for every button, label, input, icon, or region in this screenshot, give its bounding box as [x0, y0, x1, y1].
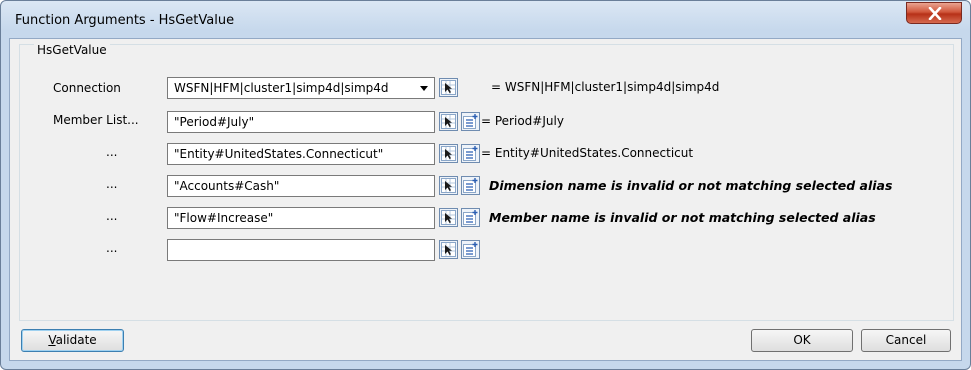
group-label: HsGetValue [34, 43, 110, 57]
cancel-label: Cancel [885, 333, 927, 347]
chevron-down-icon[interactable] [420, 86, 428, 91]
member-select-button-1[interactable] [439, 112, 458, 131]
member-select-button-2[interactable] [439, 144, 458, 163]
validate-accelerator: V [48, 333, 56, 347]
add-member-button-3[interactable] [461, 176, 480, 195]
window-title: Function Arguments - HsGetValue [15, 13, 235, 28]
member-field-2-value: "Entity#UnitedStates.Connecticut" [174, 147, 384, 161]
connection-select-button[interactable] [439, 78, 458, 97]
add-member-button-5[interactable] [461, 240, 480, 259]
cancel-button[interactable]: Cancel [861, 329, 951, 352]
connection-value: WSFN|HFM|cluster1|simp4d|simp4d [174, 81, 389, 95]
member-field-2[interactable]: "Entity#UnitedStates.Connecticut" [167, 143, 435, 165]
member-list-label: Member List... [53, 113, 139, 127]
member-result-3-error: Dimension name is invalid or not matchin… [489, 178, 893, 193]
connection-select[interactable]: WSFN|HFM|cluster1|simp4d|simp4d [167, 77, 435, 99]
member-select-button-5[interactable] [439, 240, 458, 259]
member-field-1-value: "Period#July" [174, 115, 255, 129]
ellipsis-label-2: ... [106, 145, 118, 159]
member-select-button-3[interactable] [439, 176, 458, 195]
connection-label: Connection [53, 81, 121, 95]
member-field-4[interactable]: "Flow#Increase" [167, 207, 435, 229]
dialog-body: HsGetValue Connection WSFN|HFM|cluster1|… [9, 38, 962, 361]
close-button[interactable] [906, 2, 962, 24]
member-result-2: = Entity#UnitedStates.Connecticut [481, 146, 694, 160]
title-bar[interactable]: Function Arguments - HsGetValue [1, 1, 970, 37]
ok-button[interactable]: OK [751, 329, 853, 352]
member-select-button-4[interactable] [439, 208, 458, 227]
add-member-button-2[interactable] [461, 144, 480, 163]
validate-button[interactable]: Validate [21, 329, 124, 352]
member-field-3-value: "Accounts#Cash" [174, 179, 280, 193]
member-field-4-value: "Flow#Increase" [174, 211, 274, 225]
member-field-3[interactable]: "Accounts#Cash" [167, 175, 435, 197]
member-field-1[interactable]: "Period#July" [167, 111, 435, 133]
add-member-button-4[interactable] [461, 208, 480, 227]
validate-label: alidate [55, 333, 97, 347]
member-result-1: = Period#July [481, 114, 564, 128]
function-arguments-dialog: Function Arguments - HsGetValue HsGetVal… [0, 0, 971, 370]
member-result-4-error: Member name is invalid or not matching s… [489, 210, 876, 225]
ok-label: OK [793, 333, 811, 347]
member-field-5[interactable] [167, 239, 435, 261]
ellipsis-label-5: ... [106, 241, 118, 255]
ellipsis-label-4: ... [106, 209, 118, 223]
add-member-button-1[interactable] [461, 112, 480, 131]
ellipsis-label-3: ... [106, 177, 118, 191]
connection-result: = WSFN|HFM|cluster1|simp4d|simp4d [491, 80, 720, 94]
